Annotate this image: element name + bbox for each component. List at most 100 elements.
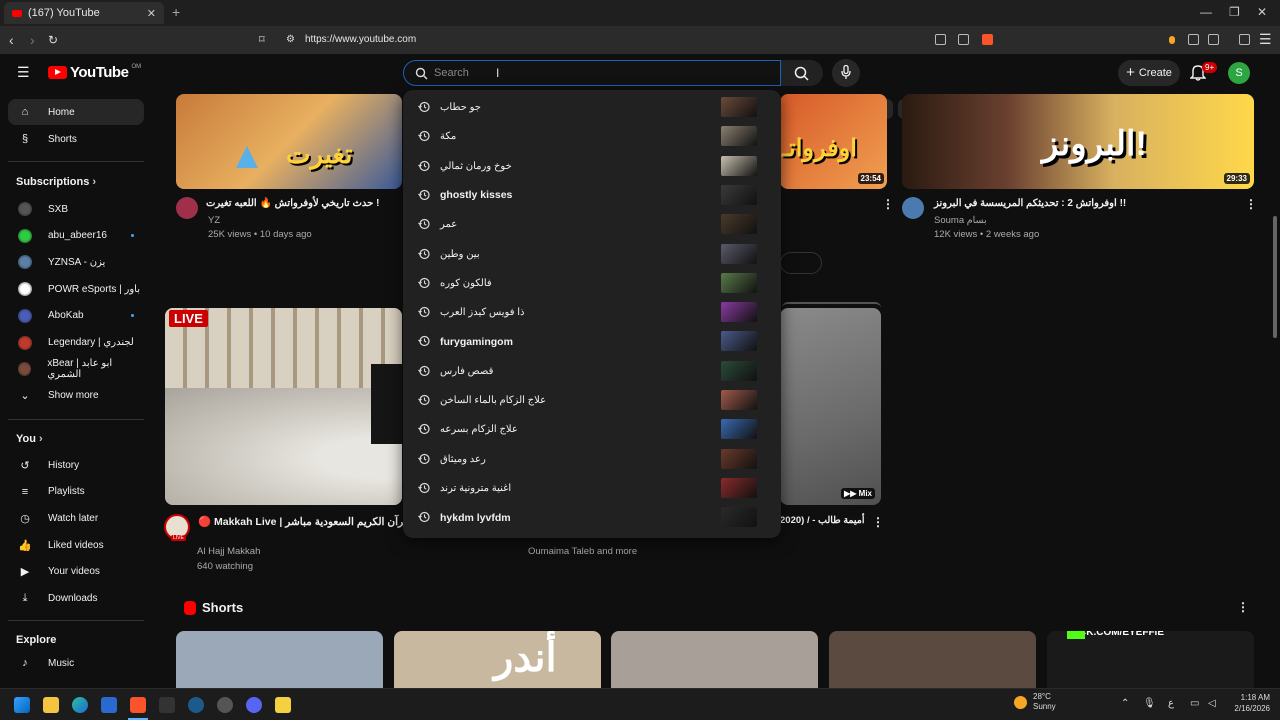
sidebar-item-downloads[interactable]: ⤓ Downloads <box>8 586 144 612</box>
brave-shield-icon[interactable] <box>982 34 993 45</box>
app-icon[interactable] <box>275 697 291 713</box>
search-suggestion[interactable]: فالكون كوره <box>403 269 781 298</box>
sidebar-item-liked-videos[interactable]: 👍 Liked videos <box>8 532 144 558</box>
url-field[interactable]: https://www.youtube.com <box>305 34 416 45</box>
video-thumbnail[interactable]: ▶▶ Mix <box>780 308 881 505</box>
you-heading[interactable]: You › <box>16 433 43 445</box>
more-options-icon[interactable]: ⋮ <box>1245 197 1257 211</box>
sidebar-item-explore-music[interactable]: ♪ Music <box>8 650 144 676</box>
discord-icon[interactable] <box>246 697 262 713</box>
channel-name[interactable]: YZ <box>208 215 220 226</box>
sidebar-item-subscription[interactable]: POWR eSports | باور <box>8 276 144 302</box>
bookmark-icon[interactable]: ⌑ <box>259 33 265 46</box>
sidebar-item-subscription[interactable]: YZNSA - يزن <box>8 249 144 275</box>
sidebar-item-subscription[interactable]: Legendary | لجندري <box>8 330 144 356</box>
search-suggestion[interactable]: اغنية مترونية ترند <box>403 474 781 503</box>
back-icon[interactable]: ‹ <box>9 32 14 48</box>
search-suggestion[interactable]: جو حطاب <box>403 93 781 122</box>
channel-name[interactable]: Souma بسام <box>934 215 987 226</box>
forward-icon[interactable]: › <box>30 32 35 48</box>
file-explorer-icon[interactable] <box>43 697 59 713</box>
sidebar-item-shorts[interactable]: § Shorts <box>8 126 144 152</box>
system-clock[interactable]: 1:18 AM 2/16/2026 <box>1226 692 1270 714</box>
epic-games-icon[interactable] <box>159 697 175 713</box>
search-suggestion[interactable]: علاج الزكام بالماء الساخن <box>403 386 781 415</box>
search-suggestion[interactable]: عمر <box>403 210 781 239</box>
edge-icon[interactable] <box>72 697 88 713</box>
scrollbar-thumb[interactable] <box>1273 216 1277 338</box>
video-title[interactable]: أميمة طالب - / (2020 <box>780 515 865 526</box>
short-thumbnail[interactable]: KICK.COM/EYEFFIE <box>1047 631 1254 688</box>
show-more-button[interactable]: ⌄ Show more <box>8 382 144 408</box>
search-suggestion[interactable]: ghostly kisses <box>403 181 781 210</box>
subscriptions-heading[interactable]: Subscriptions › <box>16 176 96 188</box>
hamburger-menu-icon[interactable]: ☰ <box>17 64 30 81</box>
search-input[interactable]: Search I <box>403 60 781 86</box>
partial-button[interactable] <box>780 252 822 274</box>
channel-avatar[interactable] <box>176 197 198 219</box>
search-button[interactable] <box>781 60 823 86</box>
video-thumbnail[interactable]: اوفرواتـ 23:54 <box>780 94 887 189</box>
search-suggestion[interactable]: ذا فويس كيدز العرب <box>403 298 781 327</box>
page-scrollbar[interactable] <box>1270 94 1280 688</box>
channel-avatar[interactable] <box>902 197 924 219</box>
cast-icon[interactable] <box>935 34 946 45</box>
short-thumbnail[interactable] <box>829 631 1036 688</box>
search-suggestion[interactable]: خوخ ورمان ثمالي <box>403 152 781 181</box>
account-avatar[interactable]: S <box>1228 62 1250 84</box>
site-info-icon[interactable]: ⚙ <box>286 34 295 45</box>
language-indicator[interactable]: ع <box>1168 698 1174 709</box>
sidebar-item-subscription[interactable]: SXB <box>8 196 144 222</box>
microphone-tray-icon[interactable]: 🎙 <box>1143 698 1156 709</box>
sidebar-item-your-videos[interactable]: ▶ Your videos <box>8 559 144 585</box>
sidebar-item-subscription[interactable]: AboKab <box>8 303 144 329</box>
channel-name[interactable]: Al Hajj Makkah <box>197 546 260 557</box>
search-suggestion[interactable]: مكة <box>403 122 781 151</box>
more-options-icon[interactable]: ⋮ <box>1237 600 1249 614</box>
sidebar-item-watch-later[interactable]: ◷ Watch later <box>8 505 144 531</box>
steam-icon[interactable] <box>188 697 204 713</box>
video-title[interactable]: اوفرواتش 2 : تحديثكم المريسسة في البرونز… <box>934 198 1126 209</box>
maximize-icon[interactable]: ❐ <box>1229 5 1240 19</box>
menu-icon[interactable]: ☰ <box>1259 31 1272 48</box>
search-suggestion[interactable]: hykdm lyvfdm <box>403 503 781 532</box>
brave-icon[interactable] <box>130 697 146 713</box>
app-icon[interactable] <box>217 697 233 713</box>
search-suggestion[interactable]: furygamingom <box>403 327 781 356</box>
sidebar-item-subscription[interactable]: xBear | ابو عابد الشمري <box>8 356 144 382</box>
network-icon[interactable]: ▭ <box>1190 698 1199 709</box>
sidebar-item-subscription[interactable]: abu_abeer16 <box>8 223 144 249</box>
new-tab-button[interactable]: + <box>172 4 180 20</box>
more-options-icon[interactable]: ⋮ <box>882 197 894 211</box>
weather-widget[interactable]: 28°C Sunny <box>1014 692 1056 712</box>
close-window-icon[interactable]: ✕ <box>1257 5 1267 19</box>
sidebar-item-home[interactable]: ⌂ Home <box>8 99 144 125</box>
search-suggestion[interactable]: بين وطين <box>403 240 781 269</box>
store-icon[interactable] <box>101 697 117 713</box>
youtube-logo[interactable]: YouTube OM <box>48 64 141 81</box>
volume-icon[interactable]: ◁ <box>1208 698 1216 709</box>
video-thumbnail[interactable]: تغيرت <box>176 94 402 189</box>
chevron-up-icon[interactable]: ⌃ <box>1121 698 1129 709</box>
share-icon[interactable] <box>958 34 969 45</box>
channel-name[interactable]: Oumaima Taleb and more <box>528 546 637 557</box>
reload-icon[interactable]: ↻ <box>48 33 58 47</box>
minimize-icon[interactable]: — <box>1200 5 1212 19</box>
more-options-icon[interactable]: ⋮ <box>872 515 884 529</box>
create-button[interactable]: + Create <box>1118 60 1180 86</box>
search-suggestion[interactable]: رعد وميثاق <box>403 445 781 474</box>
tab-close-icon[interactable]: ✕ <box>147 7 156 20</box>
sidebar-item-history[interactable]: ↺ History <box>8 452 144 478</box>
sidebar-toggle-icon[interactable] <box>1239 34 1250 45</box>
extensions-icon[interactable] <box>1188 34 1199 45</box>
short-thumbnail[interactable] <box>611 631 818 688</box>
screenshot-icon[interactable] <box>1208 34 1219 45</box>
voice-search-button[interactable] <box>832 59 860 87</box>
search-suggestion[interactable]: علاج الزكام بسرعه <box>403 415 781 444</box>
short-thumbnail[interactable] <box>176 631 383 688</box>
windows-start-icon[interactable] <box>14 697 30 713</box>
sidebar-item-playlists[interactable]: ≡ Playlists <box>8 479 144 505</box>
video-thumbnail[interactable]: LIVE <box>165 308 402 505</box>
wallet-icon[interactable] <box>1169 36 1175 44</box>
video-title[interactable]: حدث تاريخي لأوفرواتش 🔥 اللعبه تغيرت ! <box>206 198 379 209</box>
